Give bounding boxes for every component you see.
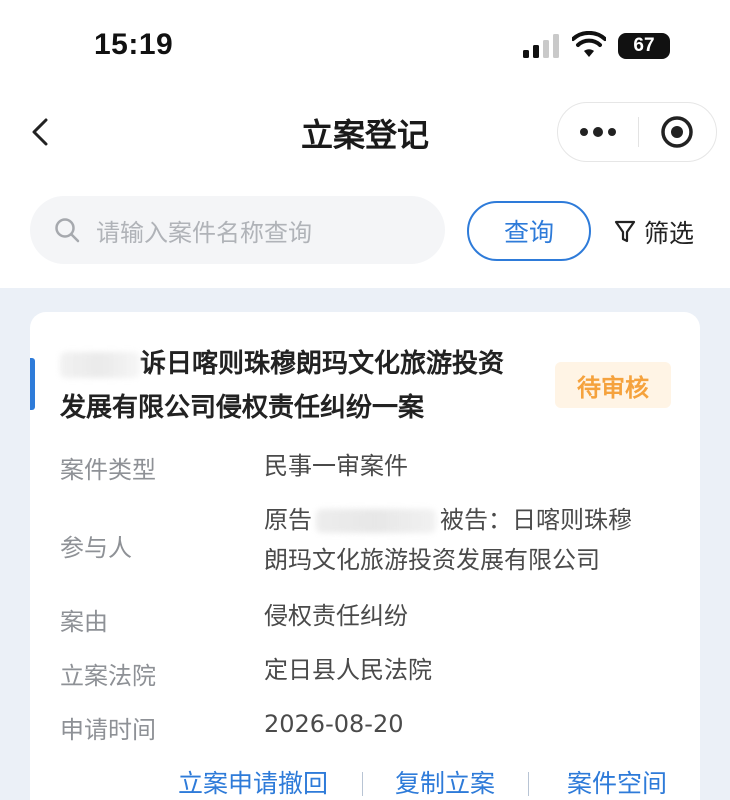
filter-button[interactable]: 筛选 [614, 212, 694, 252]
search-input[interactable]: 请输入案件名称查询 [30, 196, 445, 264]
case-space-button[interactable]: 案件空间 [567, 764, 667, 800]
battery-level: 67 [633, 35, 655, 56]
field-value-court: 定日县人民法院 [264, 656, 432, 684]
filter-icon [614, 220, 636, 243]
defendant-text-cont: 朗玛文化旅游投资发展有限公司 [264, 546, 600, 574]
field-value-cause: 侵权责任纠纷 [264, 602, 408, 630]
wifi-icon [572, 31, 606, 57]
more-button[interactable] [558, 102, 638, 162]
target-icon [661, 116, 693, 148]
search-placeholder: 请输入案件名称查询 [96, 218, 312, 247]
redacted-text [60, 351, 140, 378]
withdraw-application-button[interactable]: 立案申请撤回 [178, 764, 328, 800]
field-label-case-type: 案件类型 [60, 456, 156, 484]
signal-icon [523, 34, 559, 58]
battery-icon: 67 [618, 33, 670, 59]
mini-program-capsule [557, 102, 717, 162]
defendant-text: 被告：日喀则珠穆 [440, 506, 632, 534]
filter-label: 筛选 [644, 219, 695, 248]
action-divider [362, 772, 363, 796]
search-icon [55, 218, 80, 243]
nav-bar: 立案登记 [0, 90, 730, 174]
field-label-court: 立案法院 [60, 662, 156, 690]
card-accent-bar [30, 358, 35, 410]
status-time: 15:19 [94, 28, 174, 61]
status-badge: 待审核 [555, 362, 671, 408]
search-area: 请输入案件名称查询 查询 筛选 [0, 178, 730, 288]
field-value-case-type: 民事一审案件 [264, 452, 408, 480]
action-divider [528, 772, 529, 796]
case-title: 诉日喀则珠穆朗玛文化旅游投资 发展有限公司侵权责任纠纷一案 [60, 342, 560, 430]
field-value-apply-time: 2026-08-20 [264, 710, 404, 738]
plaintiff-label: 原告 [264, 506, 312, 534]
field-label-cause: 案由 [60, 608, 108, 636]
case-actions: 立案申请撤回 复制立案 案件空间 [30, 764, 700, 800]
case-title-line1: 诉日喀则珠穆朗玛文化旅游投资 [140, 349, 505, 379]
close-program-button[interactable] [639, 102, 717, 162]
copy-case-button[interactable]: 复制立案 [395, 764, 495, 800]
field-value-participants: 原告 被告：日喀则珠穆 朗玛文化旅游投资发展有限公司 [264, 500, 674, 580]
more-dots-icon [579, 127, 616, 137]
case-title-line2: 发展有限公司侵权责任纠纷一案 [60, 393, 425, 423]
field-label-participants: 参与人 [60, 534, 132, 562]
case-card[interactable]: 诉日喀则珠穆朗玛文化旅游投资 发展有限公司侵权责任纠纷一案 待审核 案件类型 民… [30, 312, 700, 800]
redacted-text [316, 509, 436, 533]
field-label-apply-time: 申请时间 [60, 716, 156, 744]
status-bar: 15:19 67 [0, 0, 730, 88]
query-button[interactable]: 查询 [467, 201, 591, 261]
